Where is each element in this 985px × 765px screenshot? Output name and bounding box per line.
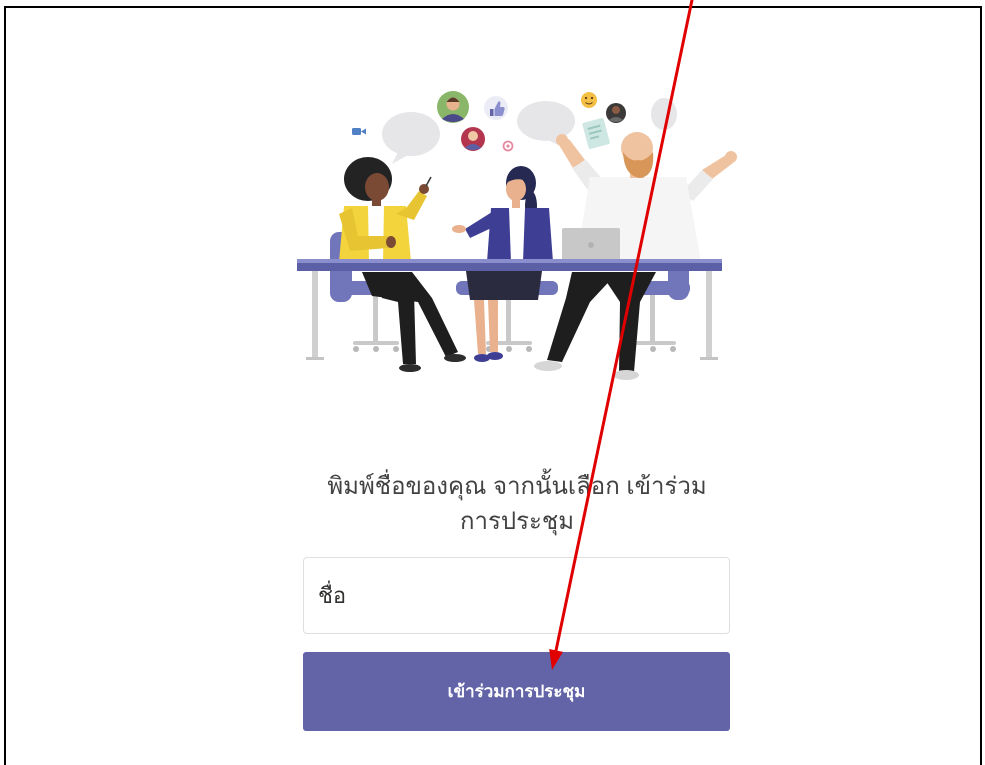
document-page <box>582 118 610 149</box>
chair-wheel <box>526 346 532 352</box>
chair-wheel <box>506 346 512 352</box>
video-camera-lens <box>361 128 366 135</box>
table-top <box>297 263 722 271</box>
person-center-shoe <box>487 352 503 360</box>
chair-base <box>630 341 676 345</box>
person-left-face <box>365 173 389 201</box>
speech-bubble <box>517 101 575 141</box>
laptop-logo <box>588 242 594 248</box>
chair-stem <box>650 295 655 341</box>
person-center-hand <box>452 225 466 233</box>
person-left-shirt <box>368 206 384 262</box>
meeting-table <box>297 259 722 271</box>
person-right-right-hand <box>725 151 737 163</box>
chair-wheel <box>650 346 656 352</box>
laptop <box>562 228 620 262</box>
chair-wheel <box>393 346 399 352</box>
chair-wheel <box>670 346 676 352</box>
person-right-leg <box>600 272 656 372</box>
person-center-neck <box>512 198 520 208</box>
person-center <box>452 166 553 262</box>
at-sign-dot <box>506 144 510 148</box>
person-left-raised-hand <box>419 184 429 194</box>
person-right-shoe <box>613 370 639 380</box>
emoji-eye <box>584 96 588 100</box>
chair-base <box>353 341 399 345</box>
table-leg-left <box>312 271 318 359</box>
emoji-face <box>581 92 597 108</box>
meeting-illustration <box>297 91 737 380</box>
at-sign-icon <box>502 140 514 152</box>
person-left-pen <box>425 176 432 187</box>
join-instructions: พิมพ์ชื่อของคุณ จากนั้นเลือก เข้าร่วม กา… <box>217 469 817 539</box>
avatar-face <box>468 131 478 141</box>
chair-wheel <box>373 346 379 352</box>
emoji-icon <box>581 92 597 108</box>
person-right-left-hand <box>556 134 568 146</box>
person-left-folded-hand <box>386 236 396 248</box>
person-left <box>339 157 432 262</box>
document-icon <box>582 118 610 149</box>
avatar-icon <box>437 91 469 123</box>
table-foot-right <box>700 357 718 360</box>
thumbs-up-cuff <box>490 109 494 116</box>
video-camera-icon <box>352 128 366 135</box>
join-meeting-button[interactable]: เข้าร่วมการประชุม <box>303 652 730 731</box>
person-right-shoe <box>534 361 562 371</box>
avatar-face <box>612 106 620 114</box>
chair-wheel <box>353 346 359 352</box>
person-center-shirt <box>509 208 525 262</box>
person-center-leg <box>474 300 486 354</box>
avatar-icon <box>606 103 626 123</box>
table-leg-right <box>706 271 712 359</box>
speech-bubble <box>651 98 677 130</box>
person-left-shoe <box>444 354 466 362</box>
emoji-eye <box>590 96 594 100</box>
join-instructions-line-2: การประชุม <box>459 508 575 535</box>
avatar-icon <box>461 127 485 151</box>
chair-stem <box>506 295 511 341</box>
name-input[interactable] <box>303 557 730 634</box>
video-camera-body <box>352 128 361 135</box>
thumbs-up-icon <box>484 96 508 120</box>
table-foot-left <box>306 357 324 360</box>
chair-stem <box>373 295 378 341</box>
person-center-skirt <box>466 271 542 300</box>
person-left-shoe <box>399 364 421 372</box>
table-top-edge <box>297 259 722 263</box>
speech-bubble <box>382 112 440 156</box>
join-instructions-line-1: พิมพ์ชื่อของคุณ จากนั้นเลือก เข้าร่วม <box>327 473 707 500</box>
